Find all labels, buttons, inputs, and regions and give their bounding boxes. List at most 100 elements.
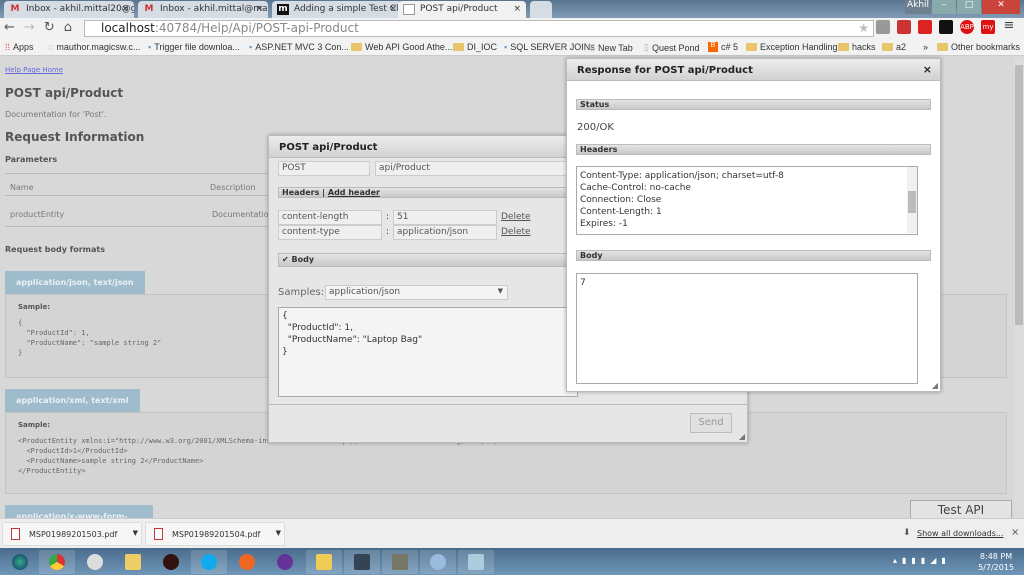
bookmark-item[interactable]: ▪ Trigger file downloa... (148, 42, 240, 52)
test-api-button[interactable]: Test API (910, 500, 1012, 518)
bookmark-item[interactable]: ▯ Quest Pond (644, 42, 699, 53)
notepad-taskbar-icon[interactable] (458, 550, 494, 574)
uri-input[interactable]: api/Product (375, 161, 575, 176)
skype-taskbar-icon[interactable] (191, 550, 227, 574)
body-textarea[interactable]: { "ProductId": 1, "ProductName": "Laptop… (278, 307, 578, 397)
new-tab-button[interactable] (530, 1, 552, 18)
resize-handle-icon[interactable]: ◢ (739, 432, 745, 441)
resize-handle-icon[interactable]: ◢ (932, 381, 938, 390)
bookmark-item[interactable]: ◌ mauthor.magicsw.c... (48, 42, 140, 52)
reload-icon[interactable]: ↻ (44, 20, 55, 35)
format-tab-xml[interactable]: application/xml, text/xml (5, 389, 140, 412)
scrollbar-thumb[interactable] (908, 191, 916, 213)
body-formats-heading: Request body formats (5, 245, 105, 254)
help-page-home-link[interactable]: Help Page Home (5, 66, 63, 74)
chrome-taskbar-icon[interactable] (39, 550, 75, 574)
forward-icon[interactable]: → (24, 20, 35, 35)
adblock-icon[interactable]: ABP (960, 20, 974, 34)
bookmark-item[interactable]: ▪ ASP.NET MVC 3 Con... (249, 42, 349, 52)
menu-icon[interactable]: ≡ (1002, 19, 1016, 34)
minimize-button[interactable]: – (932, 0, 956, 14)
close-icon[interactable]: × (923, 63, 932, 76)
tab-gmail-1[interactable]: M Inbox - akhil.mittal20@gm × (4, 1, 134, 18)
system-tray-icons[interactable]: ▴▮▮▮◢▮ (893, 556, 951, 565)
bookmark-item[interactable]: Bc# 5 (708, 42, 738, 52)
show-all-downloads-link[interactable]: Show all downloads... (917, 529, 1004, 538)
bookmarks-overflow[interactable]: » (923, 42, 928, 52)
paint-taskbar-icon[interactable] (420, 550, 456, 574)
folder-icon (453, 43, 464, 51)
start-button[interactable] (2, 550, 38, 574)
maximize-button[interactable]: □ (957, 0, 981, 14)
response-body-textarea[interactable]: 7 (576, 273, 918, 384)
page-scrollbar[interactable] (1014, 57, 1024, 518)
body-checkbox[interactable]: ✔ (282, 255, 289, 264)
download-ext-icon[interactable] (876, 20, 890, 34)
bookmark-item[interactable]: ▯ New Tab (590, 42, 633, 53)
format-tab-json[interactable]: application/json, text/json (5, 271, 145, 294)
other-bookmarks[interactable]: Other bookmarks (936, 42, 1020, 52)
pdf-icon (154, 528, 163, 540)
book-ext-icon[interactable] (897, 20, 911, 34)
bookmark-folder[interactable]: a2 (882, 42, 906, 52)
close-downloads-icon[interactable]: × (1011, 527, 1019, 538)
bookmark-folder[interactable]: DI_IOC (453, 42, 497, 52)
format-tab-form[interactable]: application/x-www-form-urlencoded (5, 505, 153, 518)
bookmark-folder[interactable]: Exception Handling (746, 42, 838, 52)
close-window-button[interactable]: ✕ (982, 0, 1020, 14)
tab-post-product[interactable]: POST api/Product × (398, 1, 526, 18)
scrollbar-thumb[interactable] (1015, 65, 1023, 325)
notes-taskbar-icon[interactable] (115, 550, 151, 574)
firefox-taskbar-icon[interactable] (229, 550, 265, 574)
star-icon[interactable]: ★ (858, 21, 869, 36)
dropdown-arrow-icon[interactable]: ▼ (133, 529, 138, 537)
header-name-input[interactable]: content-length (278, 210, 382, 225)
body-label: Body (291, 255, 315, 264)
download-item[interactable]: MSP01989201504.pdf ▼ (145, 522, 285, 546)
delete-header-link[interactable]: Delete (501, 212, 531, 222)
snipping-taskbar-icon[interactable] (77, 550, 113, 574)
bookmark-apps[interactable]: ⁞⁞ Apps (5, 42, 34, 52)
request-information-heading: Request Information (5, 130, 145, 144)
clock-date: 5/7/2015 (978, 563, 1014, 572)
p-app-taskbar-icon[interactable] (153, 550, 189, 574)
header-value-input[interactable]: application/json (393, 225, 497, 240)
home-icon[interactable]: ⌂ (64, 20, 72, 35)
close-tab-icon[interactable]: × (513, 4, 521, 14)
response-dialog: Response for POST api/Product × Status 20… (566, 58, 941, 392)
train-ext-icon[interactable] (918, 20, 932, 34)
explorer-taskbar-icon[interactable] (306, 550, 342, 574)
user-badge[interactable]: Akhil (905, 0, 931, 14)
method-input[interactable]: POST (278, 161, 370, 176)
close-tab-icon[interactable]: × (255, 4, 263, 14)
status-bar: Status (576, 99, 931, 110)
samples-select[interactable]: application/json ▼ (325, 285, 508, 300)
clock[interactable]: 8:48 PM 5/7/2015 (978, 551, 1014, 573)
tools-taskbar-icon[interactable] (382, 550, 418, 574)
sql-taskbar-icon[interactable] (344, 550, 380, 574)
taskbar: ▴▮▮▮◢▮ (0, 548, 1024, 575)
tab-gmail-2[interactable]: M Inbox - akhil.mittal@magi × (138, 1, 268, 18)
visual-studio-taskbar-icon[interactable] (267, 550, 303, 574)
bookmark-folder[interactable]: hacks (838, 42, 876, 52)
address-bar[interactable]: localhost:40784/Help/Api/POST-api-Produc… (84, 20, 874, 37)
bookmark-item[interactable]: ▪ SQL SERVER JOINs (504, 42, 595, 52)
bookmark-folder[interactable]: Web API Good Athe... (351, 42, 452, 52)
dropdown-arrow-icon[interactable]: ▼ (276, 529, 281, 537)
close-tab-icon[interactable]: × (389, 4, 397, 14)
back-icon[interactable]: ← (4, 20, 15, 35)
tab-test-client[interactable]: m Adding a simple Test Clie × (272, 1, 402, 18)
headers-scrollbar[interactable] (907, 167, 917, 233)
close-tab-icon[interactable]: × (121, 4, 129, 14)
header-name-input[interactable]: content-type (278, 225, 382, 240)
counter-ext-icon[interactable] (939, 20, 953, 34)
bookmarks-bar: ⁞⁞ Apps ◌ mauthor.magicsw.c... ▪ Trigger fi… (0, 38, 1024, 56)
colon-separator: : (386, 227, 390, 237)
add-header-link[interactable]: Add header (328, 188, 380, 197)
my-ext-icon[interactable]: my (981, 20, 995, 34)
download-item[interactable]: MSP01989201503.pdf ▼ (2, 522, 142, 546)
header-value-input[interactable]: 51 (393, 210, 497, 225)
response-headers-textarea[interactable]: Content-Type: application/json; charset=… (576, 166, 918, 235)
send-button[interactable]: Send (690, 413, 732, 433)
delete-header-link[interactable]: Delete (501, 227, 531, 237)
